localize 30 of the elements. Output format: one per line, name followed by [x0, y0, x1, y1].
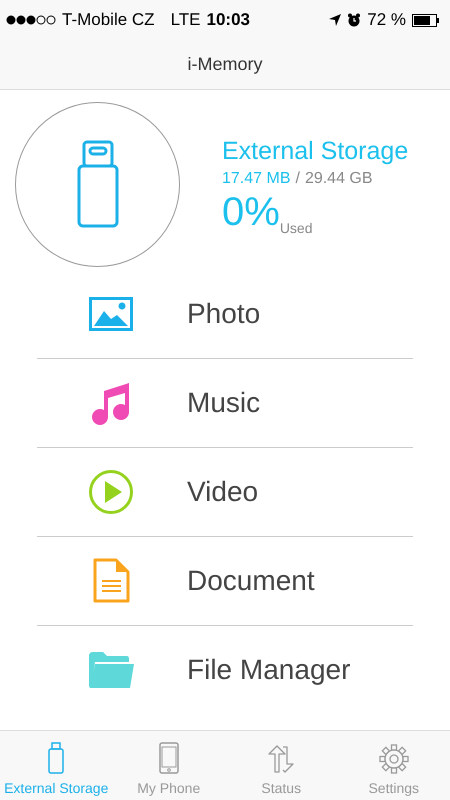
menu-item[interactable]: Music	[187, 387, 260, 419]
location-arrow-icon	[329, 14, 342, 26]
carrier-name: T-Mobile CZ	[62, 10, 155, 30]
play-icon	[88, 469, 134, 515]
alarm-clock-icon	[347, 13, 362, 27]
usb-drive-icon	[76, 140, 118, 228]
image-icon	[89, 296, 133, 330]
total-size: 29.44 GB	[304, 170, 373, 188]
up-down-arrows-icon	[266, 744, 296, 774]
folder-icon	[87, 650, 135, 690]
document-icon	[92, 558, 130, 604]
settings-icon	[378, 744, 409, 774]
battery-percent: 72 %	[367, 10, 406, 30]
app-title: i-Memory	[188, 54, 262, 75]
battery-icon	[412, 14, 440, 26]
used-size: 17.47 MB	[222, 170, 290, 188]
usage-percent: 0%	[222, 192, 280, 232]
signal-icon	[6, 15, 56, 25]
phone-icon	[158, 742, 179, 774]
music-note-icon	[91, 381, 131, 425]
network-type: LTE	[170, 10, 200, 30]
menu-item[interactable]: Video	[187, 476, 258, 508]
storage-title: External Storage	[222, 136, 408, 166]
size-separator: /	[295, 170, 300, 188]
menu-item[interactable]: Photo	[187, 298, 260, 330]
clock-time: 10:03	[206, 10, 250, 30]
menu-item[interactable]: File Manager	[187, 654, 350, 686]
usage-label: Used	[280, 220, 312, 236]
usb-drive-icon	[48, 742, 64, 774]
menu-item[interactable]: Document	[187, 565, 315, 597]
